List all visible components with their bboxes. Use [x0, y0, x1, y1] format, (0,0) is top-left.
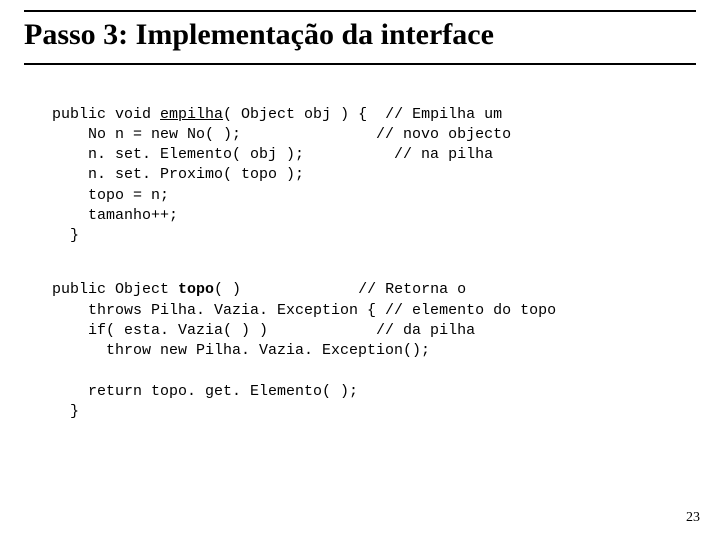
- code-line: topo = n;: [52, 187, 169, 204]
- code-line: }: [52, 403, 79, 420]
- code-line: tamanho++;: [52, 207, 178, 224]
- code-block-topo: public Object topo( ) // Retorna o throw…: [52, 280, 696, 422]
- page-number: 23: [686, 510, 700, 526]
- code-line: public Object topo( ) // Retorna o: [52, 281, 466, 298]
- slide-title: Passo 3: Implementação da interface: [24, 18, 696, 53]
- code-text: public void: [52, 106, 160, 123]
- code-line: if( esta. Vazia( ) ) // da pilha: [52, 322, 475, 339]
- code-line: public void empilha( Object obj ) { // E…: [52, 106, 502, 123]
- code-text: ( Object obj ) { // Empilha um: [223, 106, 502, 123]
- code-line: n. set. Elemento( obj ); // na pilha: [52, 146, 493, 163]
- code-block-empilha: public void empilha( Object obj ) { // E…: [52, 105, 696, 247]
- method-name-topo: topo: [178, 281, 214, 298]
- code-text: public Object: [52, 281, 178, 298]
- code-text: ( ) // Retorna o: [214, 281, 466, 298]
- code-line: throw new Pilha. Vazia. Exception();: [52, 342, 430, 359]
- title-rule-box: Passo 3: Implementação da interface: [24, 10, 696, 65]
- slide: Passo 3: Implementação da interface publ…: [0, 0, 720, 540]
- code-line: n. set. Proximo( topo );: [52, 166, 304, 183]
- code-line: throws Pilha. Vazia. Exception { // elem…: [52, 302, 556, 319]
- method-name-empilha: empilha: [160, 106, 223, 123]
- code-line: No n = new No( ); // novo objecto: [52, 126, 511, 143]
- code-line: return topo. get. Elemento( );: [52, 383, 358, 400]
- code-line: }: [52, 227, 79, 244]
